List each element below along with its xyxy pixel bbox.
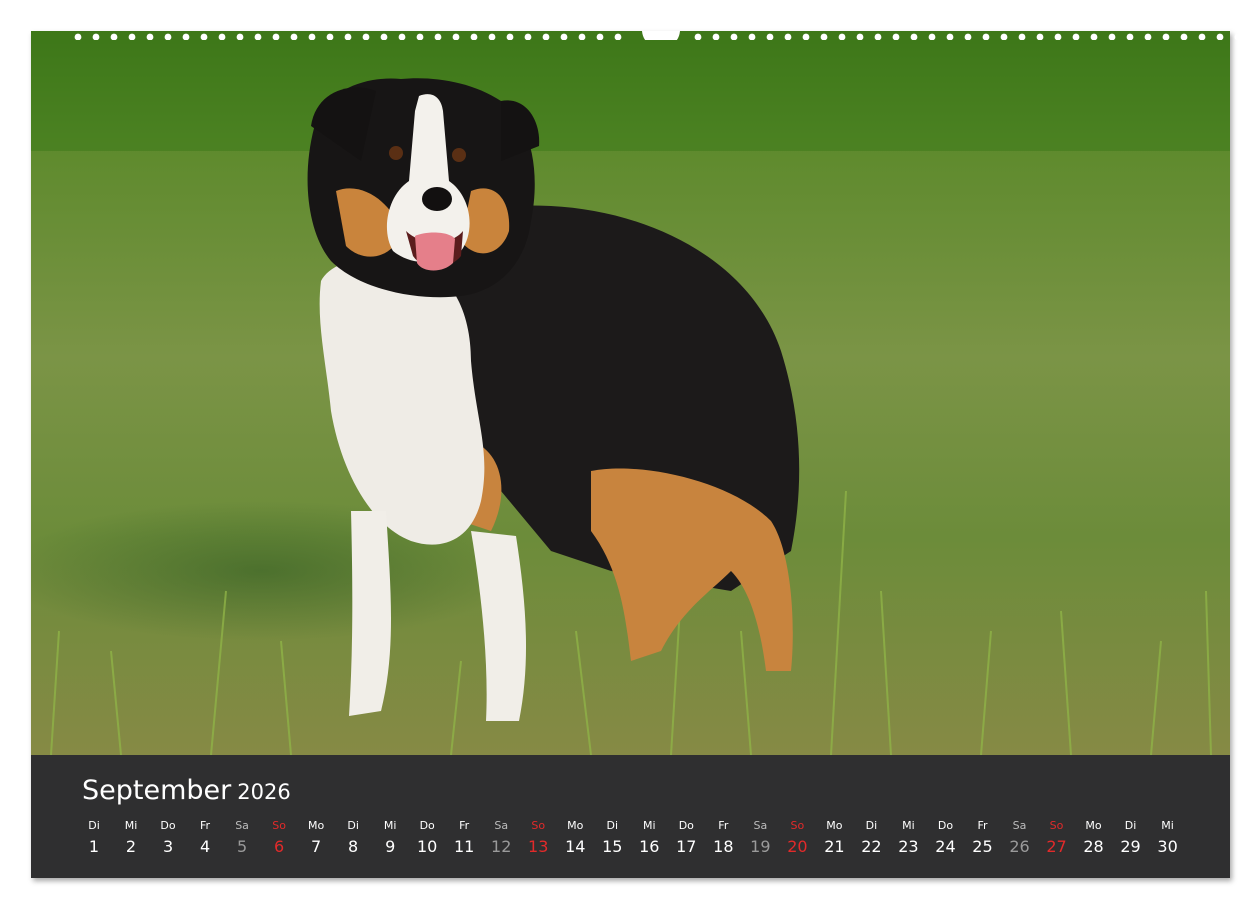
day-cell: Sa 5 bbox=[224, 818, 260, 858]
spiral-binding bbox=[74, 31, 1242, 40]
day-cell: Mo 21 bbox=[816, 818, 852, 858]
day-cell: Di 15 bbox=[594, 818, 630, 858]
weekday-label: Fr bbox=[459, 819, 470, 832]
day-number: 1 bbox=[88, 837, 100, 856]
day-cell: Do 17 bbox=[668, 818, 704, 858]
day-cell: Mi 30 bbox=[1150, 818, 1186, 858]
day-cell: Fr 18 bbox=[705, 818, 741, 858]
day-cell: Sa 26 bbox=[1002, 818, 1038, 858]
day-number: 11 bbox=[454, 837, 475, 856]
weekday-label: Sa bbox=[235, 819, 249, 832]
calendar-bar: September 2026 Di 1 Mi 2 Do 3 Fr 4 Sa 5 So 6 Mo 7 Di 8 Mi… bbox=[31, 755, 1230, 878]
weekday-label: Di bbox=[88, 819, 100, 832]
day-number: 14 bbox=[565, 837, 586, 856]
weekday-label: Mi bbox=[643, 819, 656, 832]
day-cell: Do 24 bbox=[927, 818, 963, 858]
day-cell: So 13 bbox=[520, 818, 556, 858]
weekday-label: Fr bbox=[718, 819, 729, 832]
weekday-label: Do bbox=[419, 819, 435, 832]
day-number: 30 bbox=[1157, 837, 1178, 856]
year-label: 2026 bbox=[237, 780, 291, 804]
weekday-label: Fr bbox=[200, 819, 211, 832]
day-cell: Sa 19 bbox=[742, 818, 778, 858]
day-number: 17 bbox=[676, 837, 697, 856]
day-number: 25 bbox=[972, 837, 993, 856]
day-number: 6 bbox=[274, 837, 285, 856]
day-number: 20 bbox=[787, 837, 808, 856]
day-number: 23 bbox=[898, 837, 919, 856]
day-number: 7 bbox=[311, 837, 322, 856]
day-cell: Fr 4 bbox=[187, 818, 223, 858]
day-cell: Mi 9 bbox=[372, 818, 408, 858]
weekday-label: Mo bbox=[1085, 819, 1102, 832]
day-cell: Di 22 bbox=[853, 818, 889, 858]
day-cell: Di 1 bbox=[76, 818, 112, 858]
day-number: 26 bbox=[1009, 837, 1030, 856]
day-number: 24 bbox=[935, 837, 956, 856]
weekday-label: Fr bbox=[977, 819, 988, 832]
day-number: 8 bbox=[348, 837, 359, 856]
weekday-label: Mi bbox=[124, 819, 138, 832]
day-strip: Di 1 Mi 2 Do 3 Fr 4 Sa 5 So 6 Mo 7 Di 8 Mi 9 Do 10 Fr 11 Sa 12 S… bbox=[76, 818, 1196, 868]
weekday-label: Sa bbox=[753, 819, 768, 832]
month-title: September 2026 bbox=[82, 775, 291, 806]
day-cell: Mo 14 bbox=[557, 818, 593, 858]
weekday-label: Do bbox=[678, 819, 694, 832]
day-cell: Mo 7 bbox=[298, 818, 334, 858]
day-number: 28 bbox=[1083, 837, 1104, 856]
weekday-label: Mi bbox=[383, 819, 397, 832]
weekday-label: Mo bbox=[826, 819, 843, 832]
weekday-label: Do bbox=[160, 819, 176, 832]
dog-illustration bbox=[31, 31, 1230, 755]
day-number: 15 bbox=[602, 837, 623, 856]
weekday-label: Mi bbox=[902, 819, 915, 832]
day-number: 2 bbox=[125, 837, 137, 856]
weekday-label: Di bbox=[606, 819, 619, 832]
day-number: 16 bbox=[639, 837, 660, 856]
weekday-label: Di bbox=[865, 819, 878, 832]
day-number: 22 bbox=[861, 837, 882, 856]
day-cell: Sa 12 bbox=[483, 818, 519, 858]
day-number: 29 bbox=[1120, 837, 1141, 856]
day-number: 27 bbox=[1046, 837, 1067, 856]
day-cell: Do 3 bbox=[150, 818, 186, 858]
day-cell: Di 8 bbox=[335, 818, 371, 858]
weekday-label: Do bbox=[937, 819, 954, 832]
day-cell: Do 10 bbox=[409, 818, 445, 858]
day-cell: So 20 bbox=[779, 818, 815, 858]
day-number: 18 bbox=[713, 837, 734, 856]
weekday-label: So bbox=[272, 819, 286, 832]
weekday-label: So bbox=[1049, 819, 1064, 832]
calendar-page: September 2026 Di 1 Mi 2 Do 3 Fr 4 Sa 5 So 6 Mo 7 Di 8 Mi… bbox=[31, 31, 1242, 878]
day-number: 10 bbox=[416, 837, 438, 856]
day-cell: Mi 23 bbox=[890, 818, 926, 858]
weekday-label: So bbox=[790, 819, 805, 832]
day-number: 19 bbox=[750, 837, 771, 856]
photo-area bbox=[31, 31, 1230, 755]
weekday-label: So bbox=[531, 819, 546, 832]
day-number: 12 bbox=[491, 837, 512, 856]
day-number: 9 bbox=[385, 837, 396, 856]
month-name: September bbox=[82, 775, 232, 806]
weekday-label: Di bbox=[347, 819, 359, 832]
day-number: 13 bbox=[528, 837, 549, 856]
weekday-label: Di bbox=[1124, 819, 1137, 832]
weekday-label: Mo bbox=[307, 819, 325, 832]
day-number: 21 bbox=[824, 837, 845, 856]
weekday-label: Sa bbox=[494, 819, 509, 832]
day-number: 5 bbox=[236, 837, 248, 856]
day-cell: Fr 11 bbox=[446, 818, 482, 858]
day-number: 3 bbox=[162, 837, 174, 856]
day-cell: So 6 bbox=[261, 818, 297, 858]
weekday-label: Sa bbox=[1012, 819, 1027, 832]
weekday-label: Mo bbox=[567, 819, 584, 832]
day-number: 4 bbox=[199, 837, 211, 856]
day-cell: Di 29 bbox=[1113, 818, 1149, 858]
day-cell: Mi 2 bbox=[113, 818, 149, 858]
weekday-label: Mi bbox=[1161, 819, 1174, 832]
day-cell: Mo 28 bbox=[1076, 818, 1112, 858]
day-cell: Mi 16 bbox=[631, 818, 667, 858]
day-cell: Fr 25 bbox=[964, 818, 1000, 858]
day-cell: So 27 bbox=[1039, 818, 1075, 858]
